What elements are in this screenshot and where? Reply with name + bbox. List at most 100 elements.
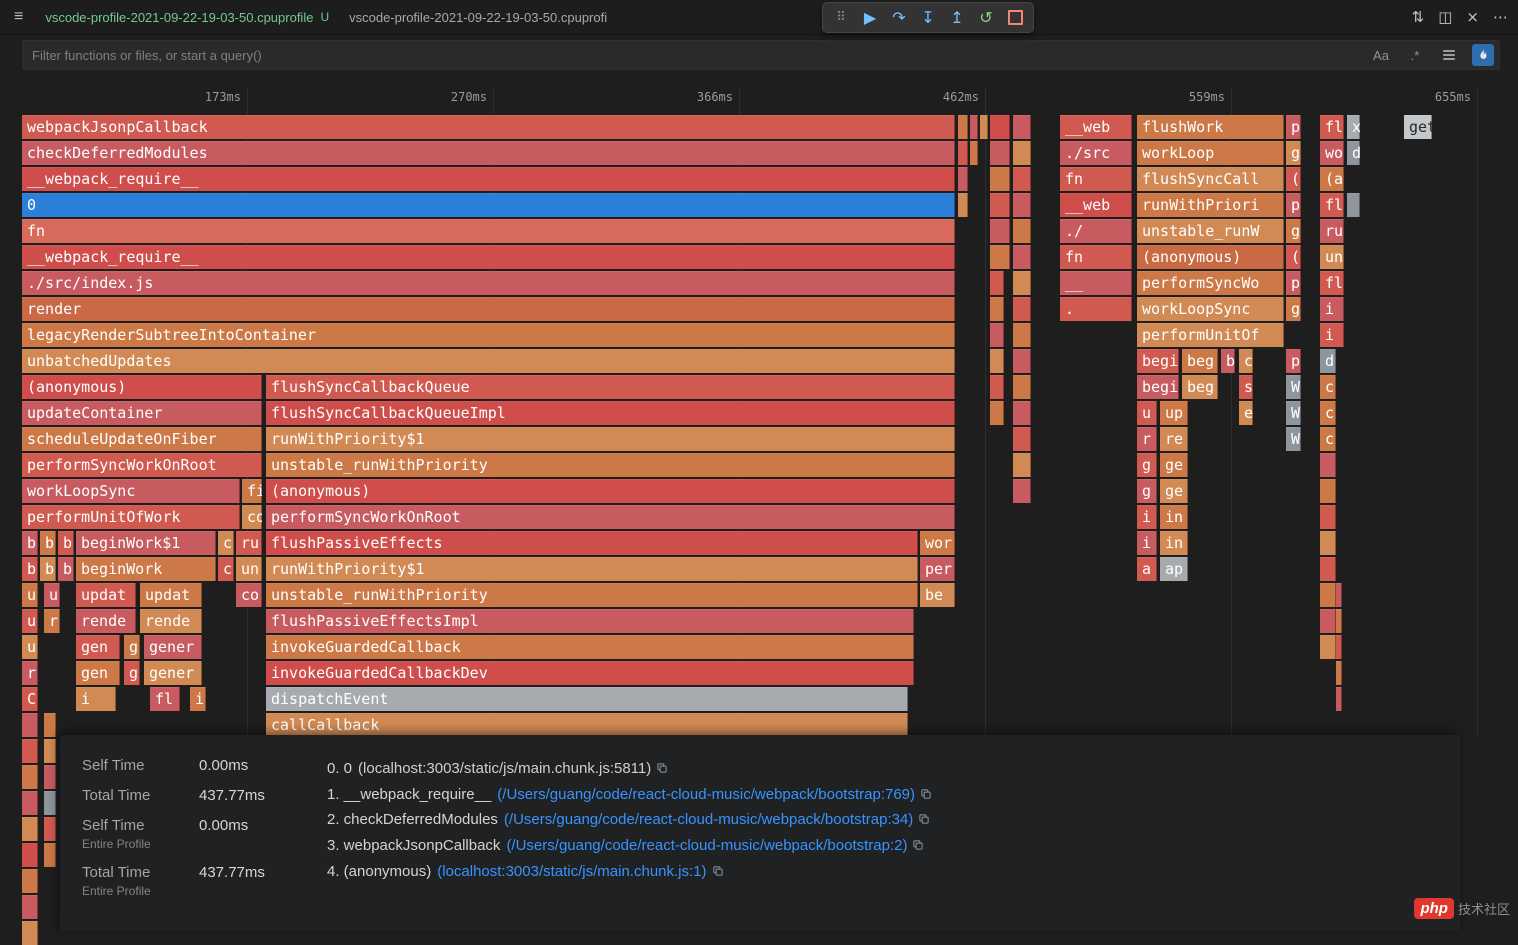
flame-segment[interactable]: gener xyxy=(144,661,202,685)
flame-segment[interactable]: . xyxy=(1060,297,1132,321)
flame-segment[interactable] xyxy=(22,843,38,867)
flame-segment[interactable]: scheduleUpdateOnFiber xyxy=(22,427,262,451)
flame-segment[interactable]: runWithPriority$1 xyxy=(266,427,955,451)
flame-segment[interactable]: ru xyxy=(1320,219,1344,243)
more-actions-icon[interactable]: ⋯ xyxy=(1493,8,1508,26)
flame-segment[interactable]: un xyxy=(1320,245,1344,269)
flame-segment[interactable]: (a xyxy=(1286,245,1301,269)
flame-segment[interactable] xyxy=(1013,349,1031,373)
match-case-icon[interactable]: Aa xyxy=(1370,44,1392,66)
flame-segment[interactable]: be xyxy=(920,583,955,607)
flame-segment[interactable]: legacyRenderSubtreeIntoContainer xyxy=(22,323,955,347)
flame-segment[interactable] xyxy=(990,167,1010,191)
flame-segment[interactable] xyxy=(22,895,38,919)
flame-segment[interactable]: c xyxy=(218,531,234,555)
flame-segment[interactable]: performUnitOf xyxy=(1137,323,1284,347)
flame-segment[interactable]: re xyxy=(1160,427,1188,451)
flame-segment[interactable]: performSyncWorkOnRoot xyxy=(22,453,262,477)
flame-segment[interactable]: u xyxy=(1137,401,1157,425)
flame-segment[interactable]: flushSyncCallbackQueueImpl xyxy=(266,401,955,425)
flame-segment[interactable] xyxy=(1013,323,1031,347)
flame-segment[interactable]: updateContainer xyxy=(22,401,262,425)
flame-segment[interactable]: wo xyxy=(1320,141,1344,165)
flame-segment[interactable]: performSyncWorkOnRoot xyxy=(266,505,955,529)
flame-segment[interactable] xyxy=(1320,505,1336,529)
flame-segment[interactable]: c xyxy=(1239,349,1253,373)
split-editor-icon[interactable]: ◫ xyxy=(1438,8,1452,26)
flame-segment[interactable]: g xyxy=(1286,219,1301,243)
flame-segment[interactable]: g xyxy=(1286,297,1301,321)
flame-segment[interactable] xyxy=(22,921,38,945)
flame-segment[interactable] xyxy=(1320,583,1336,607)
flame-segment[interactable] xyxy=(1320,609,1336,633)
flame-segment[interactable] xyxy=(990,323,1004,347)
flame-segment[interactable]: runWithPriori xyxy=(1137,193,1284,217)
flame-segment[interactable]: (anonymous) xyxy=(266,479,955,503)
flame-segment[interactable] xyxy=(970,141,978,165)
flame-segment[interactable]: g xyxy=(1137,479,1157,503)
step-out-icon[interactable]: ↥ xyxy=(944,5,970,30)
flame-segment[interactable] xyxy=(1013,479,1031,503)
flame-segment[interactable]: beg xyxy=(1182,375,1218,399)
flame-segment[interactable]: fi xyxy=(242,479,262,503)
flame-segment[interactable] xyxy=(990,375,1004,399)
flame-segment[interactable]: u xyxy=(22,609,38,633)
flame-segment[interactable]: b xyxy=(40,557,56,581)
flame-segment[interactable] xyxy=(1013,115,1031,139)
flame-segment[interactable]: flushWork xyxy=(1137,115,1284,139)
flame-segment[interactable] xyxy=(958,141,968,165)
flame-segment[interactable] xyxy=(1320,635,1336,659)
flame-segment[interactable]: fl xyxy=(150,687,180,711)
copy-icon[interactable] xyxy=(656,758,668,783)
flame-segment[interactable]: c xyxy=(1320,375,1336,399)
flame-segment[interactable]: i xyxy=(190,687,206,711)
flame-segment[interactable]: i xyxy=(1137,531,1157,555)
flame-segment[interactable] xyxy=(990,141,1010,165)
flame-segment[interactable]: fl xyxy=(1320,271,1344,295)
flame-segment[interactable] xyxy=(990,349,1004,373)
regex-icon[interactable]: .* xyxy=(1404,44,1426,66)
flame-segment[interactable]: fn xyxy=(22,219,955,243)
flame-segment[interactable] xyxy=(1336,687,1342,711)
flame-segment[interactable]: flushSyncCallbackQueue xyxy=(266,375,955,399)
flame-segment[interactable]: c xyxy=(218,557,234,581)
flame-segment[interactable]: flushPassiveEffects xyxy=(266,531,918,555)
flame-segment[interactable]: fl xyxy=(1320,115,1344,139)
flame-segment[interactable]: performSyncWo xyxy=(1137,271,1284,295)
flame-segment[interactable]: begi xyxy=(1137,375,1179,399)
flame-segment[interactable]: b xyxy=(40,531,56,555)
flame-segment[interactable] xyxy=(1336,609,1342,633)
flame-segment[interactable]: __web xyxy=(1060,193,1132,217)
flame-segment[interactable] xyxy=(1013,427,1031,451)
flame-segment[interactable] xyxy=(1013,167,1031,191)
flame-segment[interactable] xyxy=(958,167,968,191)
flame-segment[interactable]: (a xyxy=(1320,167,1344,191)
flame-segment[interactable]: pu xyxy=(1286,115,1301,139)
flame-segment[interactable]: W xyxy=(1286,375,1301,399)
flame-segment[interactable]: e xyxy=(1239,401,1253,425)
flame-segment[interactable] xyxy=(1013,271,1031,295)
flame-segment[interactable]: b xyxy=(58,531,74,555)
flame-segment[interactable] xyxy=(1336,661,1342,685)
flame-segment[interactable] xyxy=(980,115,988,139)
flame-segment[interactable]: i xyxy=(1137,505,1157,529)
flame-segment[interactable]: ap xyxy=(1160,557,1188,581)
flame-segment[interactable]: workLoopSync xyxy=(22,479,240,503)
frame-location-link[interactable]: (/Users/guang/code/react-cloud-music/web… xyxy=(497,786,915,803)
flame-segment[interactable]: b xyxy=(22,557,38,581)
flame-segment[interactable]: ge xyxy=(1160,479,1188,503)
restart-icon[interactable]: ↺ xyxy=(973,5,999,30)
flame-segment[interactable]: r xyxy=(44,609,60,633)
flame-segment[interactable]: b xyxy=(58,557,74,581)
flame-segment[interactable]: beginWork$1 xyxy=(76,531,216,555)
flame-segment[interactable]: up xyxy=(1160,401,1188,425)
flame-segment[interactable]: updat xyxy=(140,583,202,607)
flame-segment[interactable]: (anonymous) xyxy=(1137,245,1284,269)
flame-segment[interactable]: callCallback xyxy=(266,713,908,737)
flame-segment[interactable]: b xyxy=(22,531,38,555)
flame-segment[interactable]: __ xyxy=(1060,271,1132,295)
step-over-icon[interactable]: ↷ xyxy=(886,5,912,30)
flame-segment[interactable]: r xyxy=(22,661,38,685)
flame-segment[interactable]: rende xyxy=(76,609,136,633)
flame-segment[interactable]: unstable_runWithPriority xyxy=(266,453,955,477)
